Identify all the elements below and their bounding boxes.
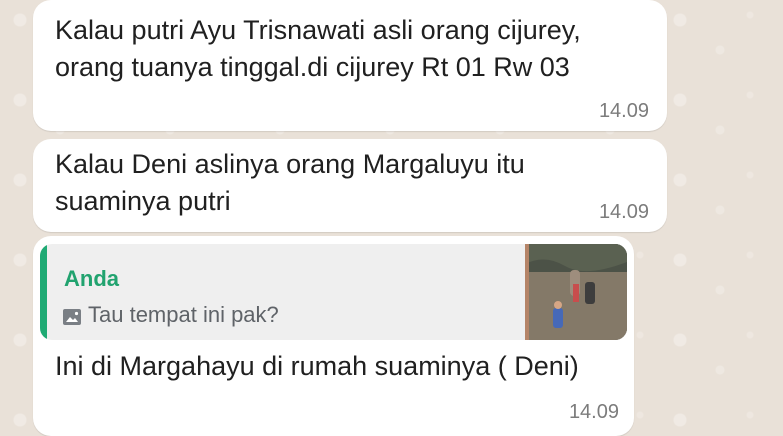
- message-bubble-2[interactable]: Kalau Deni aslinya orang Margaluyu itu s…: [33, 139, 667, 232]
- quote-author: Anda: [64, 266, 119, 291]
- message-text: Ini di Margahayu di rumah suaminya ( Den…: [55, 351, 579, 381]
- message-text: Kalau putri Ayu Trisnawati asli orang ci…: [55, 15, 581, 82]
- message-bubble-1[interactable]: Kalau putri Ayu Trisnawati asli orang ci…: [33, 0, 667, 131]
- quote-accent-bar: [40, 244, 47, 340]
- message-time: 14.09: [598, 201, 649, 223]
- quoted-message[interactable]: Anda Tau tempat ini pak?: [40, 244, 627, 340]
- quote-preview: Tau tempat ini pak?: [62, 302, 279, 328]
- message-bubble-3[interactable]: Anda Tau tempat ini pak? Ini di Margahay…: [33, 236, 634, 436]
- quoted-photo-thumbnail[interactable]: [525, 244, 627, 340]
- message-time: 14.09: [568, 401, 619, 423]
- message-text: Kalau Deni aslinya orang Margaluyu itu s…: [55, 149, 525, 216]
- quote-text: Tau tempat ini pak?: [88, 302, 279, 327]
- photo-icon: [62, 306, 82, 325]
- message-time: 14.09: [598, 100, 649, 122]
